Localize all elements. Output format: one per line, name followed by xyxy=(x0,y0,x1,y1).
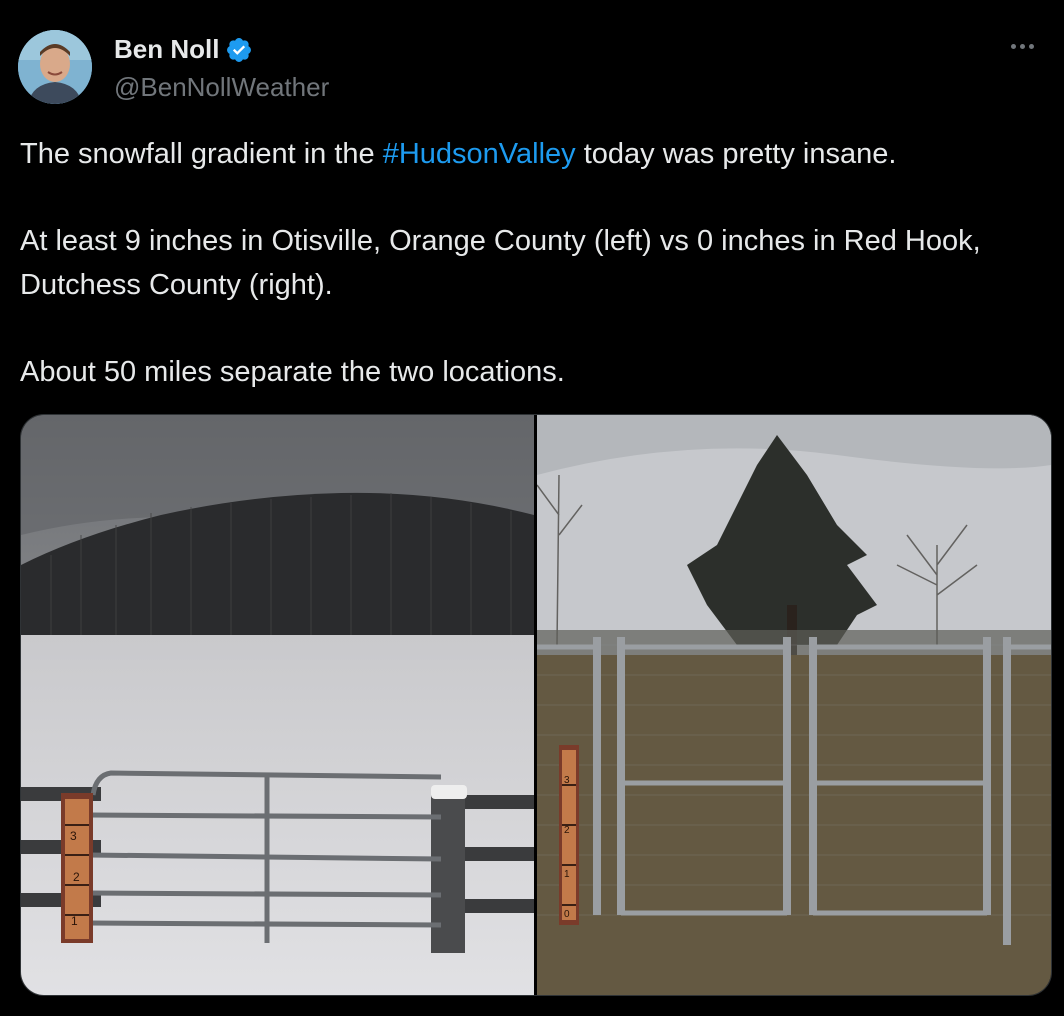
tweet: Ben Noll @BenNollWeather The snowfall gr… xyxy=(0,0,1064,1016)
left-gauge-mark: 3 xyxy=(70,829,77,843)
photo-left-snow[interactable]: 3 2 1 xyxy=(21,415,534,995)
author-avatar[interactable] xyxy=(18,30,92,104)
verified-badge-icon[interactable] xyxy=(225,36,253,64)
left-gauge-mark: 1 xyxy=(71,914,78,928)
hashtag-link[interactable]: #HudsonValley xyxy=(383,138,576,170)
text-segment: today was pretty insane. xyxy=(575,138,897,170)
tweet-paragraph-1: The snowfall gradient in the #HudsonVall… xyxy=(20,132,1030,176)
right-gauge-mark: 3 xyxy=(564,775,570,786)
photo-right-nosnow[interactable]: 3 2 1 0 xyxy=(537,415,1051,995)
right-gauge-mark: 0 xyxy=(564,909,570,920)
tweet-text: The snowfall gradient in the #HudsonVall… xyxy=(20,132,1030,394)
author-name[interactable]: Ben Noll xyxy=(114,34,219,65)
media-gallery: 3 2 1 3 2 1 0 xyxy=(20,414,1052,996)
tweet-paragraph-3: About 50 miles separate the two location… xyxy=(20,356,565,388)
author-handle[interactable]: @BenNollWeather xyxy=(114,72,329,103)
tweet-paragraph-2: At least 9 inches in Otisville, Orange C… xyxy=(20,225,981,301)
text-segment: The snowfall gradient in the xyxy=(20,138,383,170)
author-name-row: Ben Noll xyxy=(114,34,253,65)
right-gauge-mark: 2 xyxy=(564,825,570,836)
right-gauge-mark: 1 xyxy=(564,869,570,880)
more-options-icon[interactable] xyxy=(1002,28,1042,64)
left-gauge-mark: 2 xyxy=(73,870,80,884)
